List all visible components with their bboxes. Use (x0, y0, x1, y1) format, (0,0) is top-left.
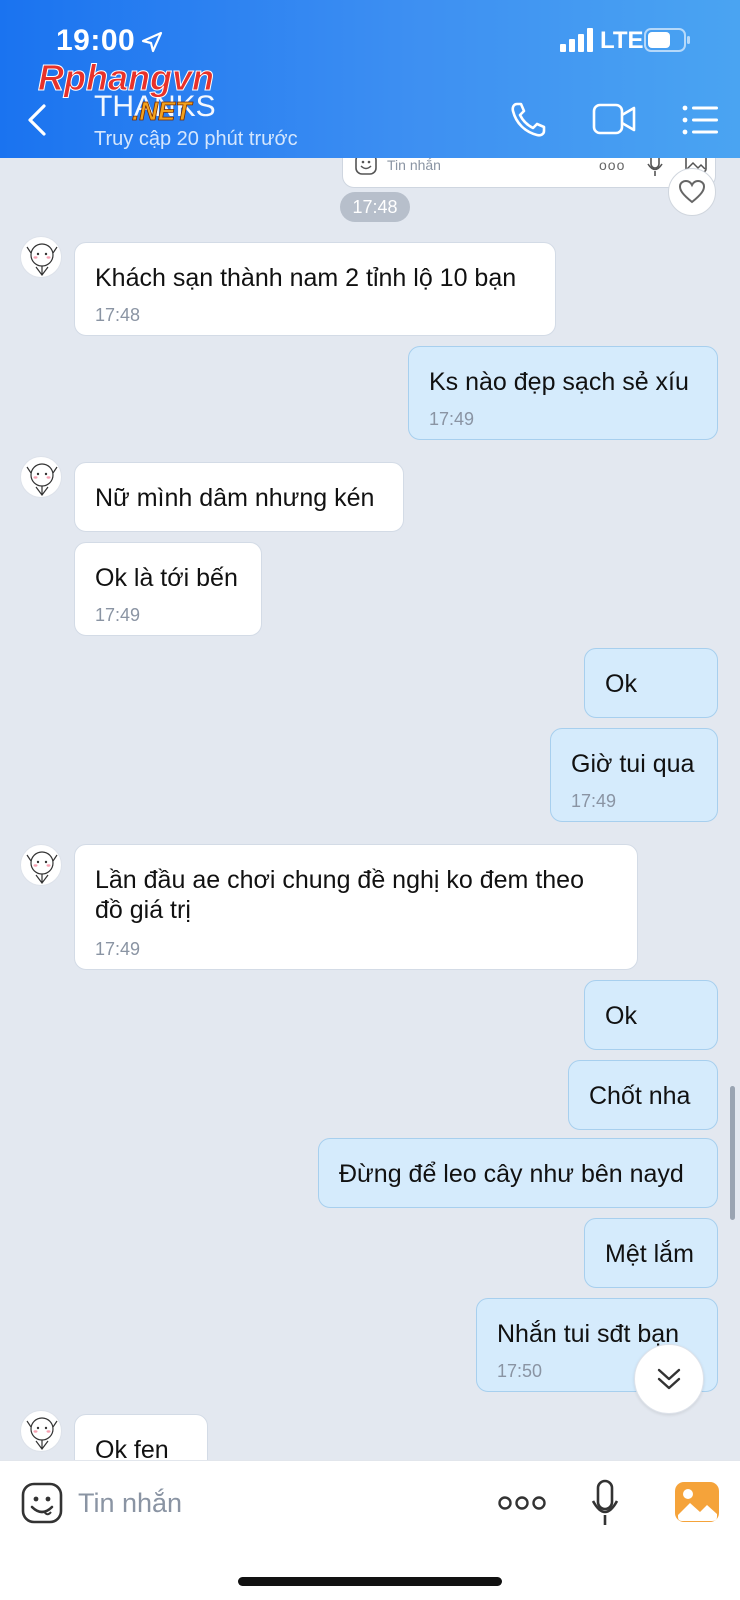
heart-icon (678, 179, 706, 204)
chat-scroll-area[interactable]: Tin nhắn ooo 17:48 Khách sạn thành nam 2… (0, 158, 740, 1460)
emoji-icon (355, 158, 377, 175)
more-dots-icon: ooo (599, 158, 626, 173)
microphone-icon (647, 158, 663, 176)
message-bubble-incoming[interactable]: Khách sạn thành nam 2 tỉnh lộ 10 bạn 17:… (74, 242, 556, 336)
status-time: 19:00 (56, 24, 136, 57)
avatar-sticker-icon (26, 243, 58, 276)
message-time: 17:49 (429, 409, 475, 429)
emoji-icon[interactable] (20, 1481, 64, 1525)
avatar-sticker-icon (26, 851, 58, 884)
more-dots-icon[interactable] (498, 1491, 546, 1515)
message-text: Giờ tui qua (571, 750, 695, 778)
time-divider: 17:48 (340, 192, 410, 222)
message-time: 17:49 (571, 791, 617, 811)
microphone-icon[interactable] (590, 1479, 620, 1527)
svg-text:.NET: .NET (132, 96, 193, 126)
gallery-icon[interactable] (674, 1481, 720, 1523)
home-indicator (238, 1577, 502, 1586)
message-bubble-outgoing[interactable]: Mệt lắm (584, 1218, 718, 1288)
message-bubble-outgoing[interactable]: Chốt nha (568, 1060, 718, 1130)
message-time: 17:50 (497, 1361, 543, 1381)
message-text: Khách sạn thành nam 2 tỉnh lộ 10 bạn (95, 264, 517, 292)
avatar-sticker-icon (26, 1417, 58, 1450)
message-text: Mệt lắm (605, 1240, 694, 1268)
message-bubble-incoming[interactable]: Nữ mình dâm nhưng kén (74, 462, 404, 532)
message-bubble-outgoing[interactable]: Đừng để leo cây như bên nayd (318, 1138, 718, 1208)
message-bubble-outgoing[interactable]: Ks nào đẹp sạch sẻ xíu 17:49 (408, 346, 718, 440)
network-label: LTE (600, 27, 644, 54)
watermark-logo: Rphangvn .NET (38, 58, 215, 126)
video-camera-icon[interactable] (592, 102, 636, 136)
message-text: Lần đầu ae chơi chung đề nghị ko đem the… (95, 866, 584, 924)
message-bubble-outgoing[interactable]: Ok (584, 980, 718, 1050)
scroll-to-bottom-button[interactable] (634, 1344, 704, 1414)
react-heart-button[interactable] (668, 168, 716, 216)
menu-list-icon[interactable] (682, 104, 720, 136)
location-arrow-icon (141, 31, 163, 53)
message-text: Đừng để leo cây như bên nayd (339, 1160, 684, 1188)
message-text: Ok (605, 1002, 637, 1030)
message-text: Ok (605, 670, 637, 698)
message-text: Chốt nha (589, 1082, 691, 1110)
chevron-double-down-icon (657, 1368, 681, 1390)
message-text: Ok là tới bến (95, 564, 238, 592)
avatar[interactable] (20, 844, 62, 886)
message-time: 17:48 (95, 305, 141, 325)
chat-scrollbar[interactable] (730, 1086, 735, 1220)
message-bubble-outgoing[interactable]: Ok (584, 648, 718, 718)
message-bubble-incoming[interactable]: Ok fen (74, 1414, 208, 1460)
svg-text:Rphangvn: Rphangvn (38, 58, 214, 98)
message-text: Nữ mình dâm nhưng kén (95, 484, 375, 512)
message-bubble-incoming[interactable]: Lần đầu ae chơi chung đề nghị ko đem the… (74, 844, 638, 970)
message-input[interactable] (78, 1479, 478, 1527)
signal-icon (560, 28, 593, 52)
avatar[interactable] (20, 1410, 62, 1452)
message-text: Ks nào đẹp sạch sẻ xíu (429, 368, 689, 396)
message-bubble-outgoing[interactable]: Giờ tui qua 17:49 (550, 728, 718, 822)
battery-icon (644, 28, 690, 52)
contact-status: Truy cập 20 phút trước (94, 128, 298, 150)
chat-header: 19:00 LTE THANKS Truy cập 20 phút trước … (0, 0, 740, 158)
avatar[interactable] (20, 236, 62, 278)
quoted-card-placeholder: Tin nhắn (387, 158, 441, 173)
message-time: 17:49 (95, 939, 141, 959)
avatar[interactable] (20, 456, 62, 498)
message-text: Ok fen (95, 1436, 169, 1460)
avatar-sticker-icon (26, 463, 58, 496)
message-time: 17:49 (95, 605, 141, 625)
phone-icon[interactable] (508, 100, 548, 140)
quoted-screenshot-card[interactable]: Tin nhắn ooo (342, 158, 716, 188)
message-text: Nhắn tui sđt bạn (497, 1320, 680, 1348)
message-bubble-incoming[interactable]: Ok là tới bến 17:49 (74, 542, 262, 636)
